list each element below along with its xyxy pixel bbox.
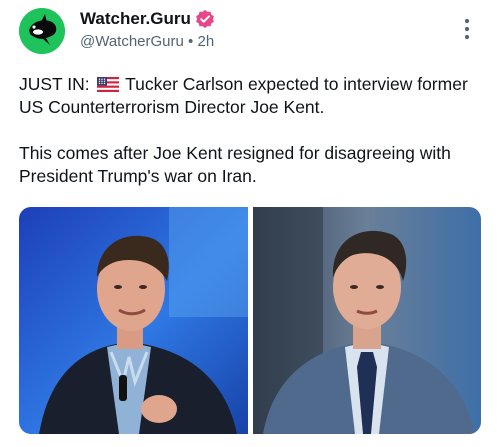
tweet-paragraph-2: This comes after Joe Kent resigned for d…	[19, 143, 451, 186]
us-flag-icon	[96, 77, 119, 92]
author-row: Watcher.Guru	[80, 9, 215, 29]
avatar[interactable]	[19, 8, 65, 54]
tweet-meta: @WatcherGuru • 2h	[80, 33, 214, 50]
more-vertical-icon[interactable]	[460, 16, 474, 42]
breaking-prefix: JUST IN:	[19, 74, 90, 94]
photo-tucker-carlson-image	[19, 207, 248, 434]
meta-separator: •	[188, 33, 194, 50]
photo-joe-kent-image	[252, 207, 481, 434]
tweet-text: JUST IN: Tucker Carlson expected to inte…	[19, 73, 489, 188]
timestamp[interactable]: 2h	[197, 33, 214, 50]
display-name[interactable]: Watcher.Guru	[80, 9, 191, 29]
tweet-paragraph-1: JUST IN: Tucker Carlson expected to inte…	[19, 73, 489, 119]
verified-badge-icon	[195, 9, 214, 29]
photo-joe-kent[interactable]	[252, 207, 482, 434]
orca-icon	[19, 8, 65, 54]
media-grid	[19, 207, 481, 434]
photo-tucker-carlson[interactable]	[19, 207, 248, 434]
handle[interactable]: @WatcherGuru	[80, 33, 184, 50]
